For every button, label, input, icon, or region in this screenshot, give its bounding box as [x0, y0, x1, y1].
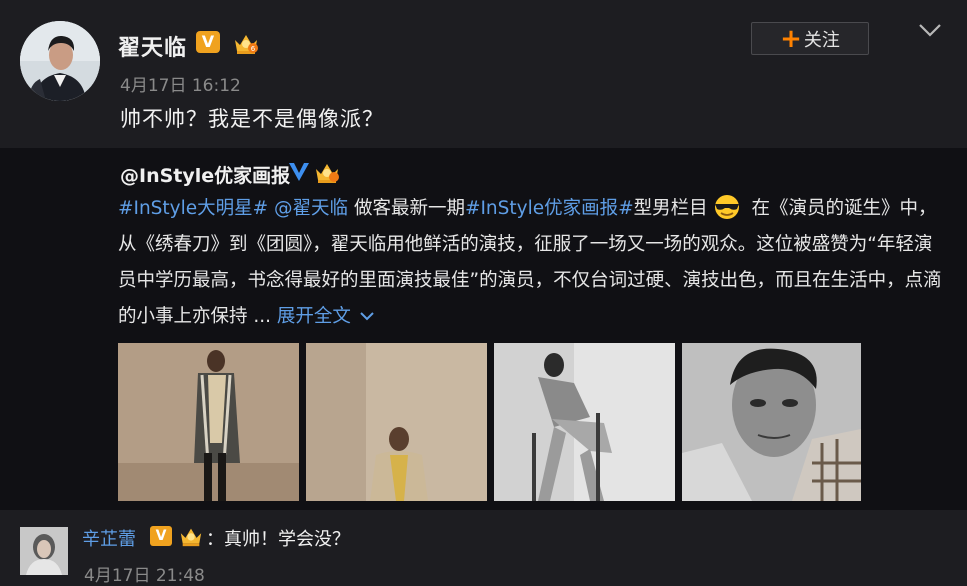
photo-chair-pose: [494, 343, 675, 501]
sunglasses-emoji: [714, 195, 739, 219]
repost-author[interactable]: @InStyle优家画报: [120, 161, 290, 188]
comment-avatar-image: [20, 527, 68, 575]
photo-thumbnail-2[interactable]: [306, 343, 487, 501]
photo-thumbnail-1[interactable]: [118, 343, 299, 501]
comment-username[interactable]: 辛芷蕾: [82, 525, 136, 551]
svg-text:6: 6: [251, 45, 256, 53]
repost-text: 型男栏目: [633, 198, 708, 219]
photo-closeup-portrait: [682, 343, 861, 501]
repost-link[interactable]: #InStyle优家画报#: [465, 198, 634, 219]
photo-seated-floor: [306, 343, 487, 501]
follow-label: 关注: [803, 29, 840, 51]
post-username[interactable]: 翟天临: [118, 30, 187, 62]
comment-timestamp[interactable]: 4月17日 21:48: [84, 561, 205, 586]
repost-body: #InStyle大明星# @翟天临 做客最新一期#InStyle优家画报#型男栏…: [118, 191, 948, 335]
photo-thumbnail-4[interactable]: [682, 343, 861, 501]
repost-link[interactable]: #InStyle大明星#: [118, 198, 268, 219]
post-text: 帅不帅？我是不是偶像派？: [120, 107, 384, 131]
verified-badge-icon: V: [196, 31, 220, 53]
repost-link[interactable]: @翟天临: [274, 198, 348, 219]
repost-text: 做客最新一期: [348, 198, 465, 219]
verified-blue-icon: [289, 163, 309, 181]
post-timestamp[interactable]: 4月17日 16:12: [120, 71, 241, 96]
member-crown-icon: [316, 164, 339, 183]
chevron-down-icon[interactable]: [917, 20, 943, 40]
plus-icon: +: [780, 23, 802, 54]
verified-badge-icon: V: [150, 526, 172, 546]
follow-button[interactable]: + 关注: [751, 22, 869, 55]
avatar-image: [20, 21, 100, 101]
comment-avatar[interactable]: [20, 527, 68, 575]
avatar[interactable]: [20, 21, 100, 101]
photo-thumbnail-3[interactable]: [494, 343, 675, 501]
member-crown-icon: 6: [235, 35, 258, 54]
expand-full-text-link[interactable]: 展开全文: [277, 306, 351, 327]
photo-standing-plaid-coat: [118, 343, 299, 501]
chevron-down-icon[interactable]: [359, 310, 375, 322]
comment-text: ：真帅！学会没？: [206, 529, 350, 550]
member-crown-icon: [180, 528, 202, 547]
